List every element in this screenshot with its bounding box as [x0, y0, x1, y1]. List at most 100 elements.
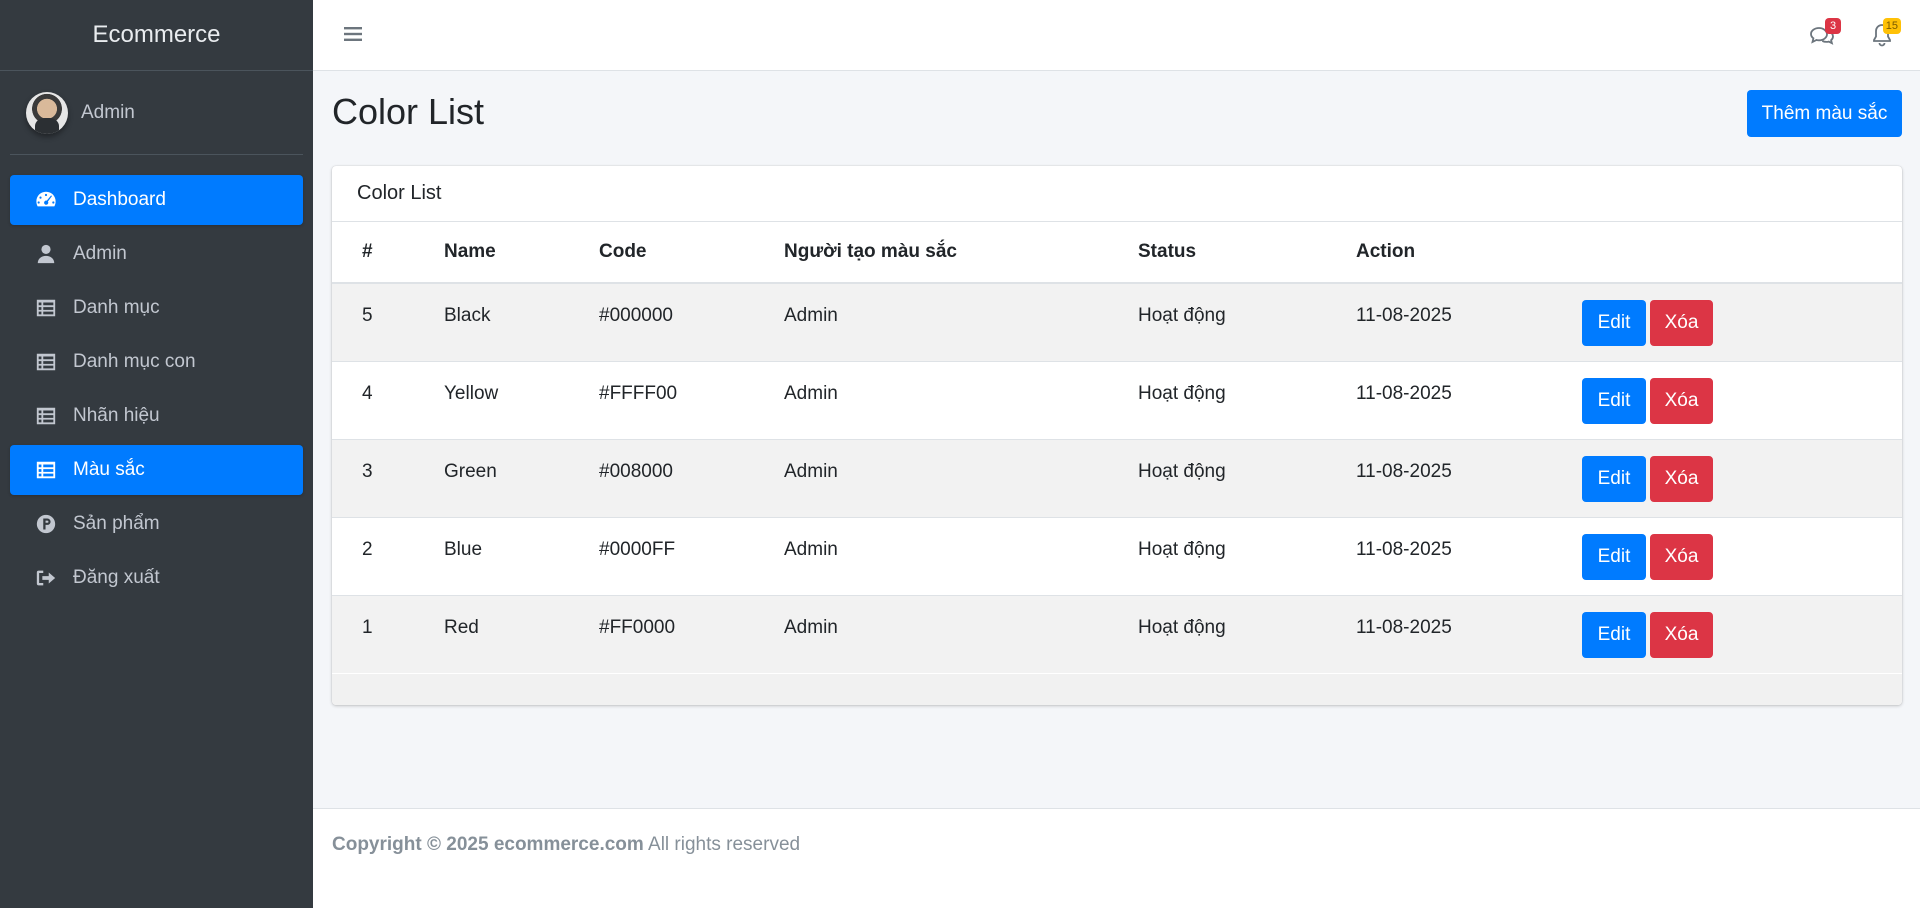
column-header-id: #	[332, 222, 444, 284]
page-footer: Copyright © 2025 ecommerce.com All right…	[313, 808, 1920, 908]
edit-button[interactable]: Edit	[1582, 377, 1646, 424]
table-row: 2 Blue #0000FF Admin Hoạt động 11-08-202…	[332, 516, 1902, 595]
notifications-badge: 15	[1882, 18, 1901, 34]
edit-button[interactable]: Edit	[1582, 611, 1646, 658]
cell-id: 5	[332, 282, 444, 361]
sidebar-item-label: Dashboard	[73, 189, 166, 210]
cell-creator: Admin	[784, 438, 1138, 517]
color-table: # Name Code Người tạo màu sắc Status Act…	[332, 222, 1902, 673]
sidebar-item-label: Sản phẩm	[73, 513, 160, 534]
cell-status: Hoạt động	[1138, 282, 1356, 361]
sidebar-item-danh-muc-con[interactable]: Danh mục con	[10, 337, 303, 387]
product-p-icon	[34, 513, 58, 535]
cell-date: 11-08-2025	[1356, 282, 1582, 361]
sidebar-item-label: Đăng xuất	[73, 567, 160, 588]
delete-button[interactable]: Xóa	[1650, 300, 1713, 346]
cell-id: 2	[332, 516, 444, 595]
cell-id: 3	[332, 438, 444, 517]
cell-actions: Edit Xóa	[1582, 282, 1902, 361]
delete-button[interactable]: Xóa	[1650, 455, 1713, 502]
list-icon	[34, 459, 58, 481]
delete-button[interactable]: Xóa	[1650, 611, 1713, 658]
sidebar-item-nhan-hieu[interactable]: Nhãn hiệu	[10, 391, 303, 441]
notifications-bell-icon[interactable]: 15	[1869, 18, 1901, 48]
cell-actions: Edit Xóa	[1582, 516, 1902, 595]
column-header-creator: Người tạo màu sắc	[784, 222, 1138, 284]
user-name[interactable]: Admin	[81, 102, 135, 124]
copyright-text: Copyright © 2025 ecommerce.com	[332, 834, 644, 855]
list-icon	[34, 351, 58, 373]
delete-button[interactable]: Xóa	[1650, 533, 1713, 580]
sign-out-icon	[34, 567, 58, 589]
column-header-buttons	[1582, 222, 1902, 284]
cell-date: 11-08-2025	[1356, 438, 1582, 517]
card-footer	[332, 674, 1902, 705]
edit-button[interactable]: Edit	[1582, 455, 1646, 502]
sidebar-item-label: Danh mục con	[73, 351, 196, 372]
table-header-row: # Name Code Người tạo màu sắc Status Act…	[332, 222, 1902, 284]
column-header-status: Status	[1138, 222, 1356, 284]
page-title: Color List	[332, 91, 485, 132]
table-row: 3 Green #008000 Admin Hoạt động 11-08-20…	[332, 438, 1902, 517]
cell-status: Hoạt động	[1138, 516, 1356, 595]
user-icon	[34, 243, 58, 265]
cell-actions: Edit Xóa	[1582, 360, 1902, 439]
cell-actions: Edit Xóa	[1582, 594, 1902, 673]
color-list-card: Color List # Name Code Người tạo màu sắc…	[332, 166, 1902, 705]
cell-code: #0000FF	[599, 516, 784, 595]
cell-status: Hoạt động	[1138, 360, 1356, 439]
list-icon	[34, 405, 58, 427]
avatar[interactable]	[26, 91, 68, 134]
add-color-button[interactable]: Thêm màu sắc	[1747, 90, 1902, 137]
dashboard-gauge-icon	[34, 189, 58, 211]
cell-code: #008000	[599, 438, 784, 517]
messages-icon[interactable]: 3	[1809, 18, 1841, 48]
hamburger-menu-icon[interactable]	[343, 24, 363, 44]
cell-status: Hoạt động	[1138, 594, 1356, 673]
sidebar-item-label: Nhãn hiệu	[73, 405, 160, 426]
cell-creator: Admin	[784, 516, 1138, 595]
column-header-code: Code	[599, 222, 784, 284]
cell-actions: Edit Xóa	[1582, 438, 1902, 517]
sidebar-item-label: Danh mục	[73, 297, 160, 318]
sidebar-item-label: Màu sắc	[73, 459, 145, 480]
sidebar-item-san-pham[interactable]: Sản phẩm	[10, 499, 303, 549]
cell-id: 4	[332, 360, 444, 439]
table-row: 5 Black #000000 Admin Hoạt động 11-08-20…	[332, 282, 1902, 361]
sidebar-item-admin[interactable]: Admin	[10, 229, 303, 279]
user-panel: Admin	[10, 71, 303, 155]
cell-name: Red	[444, 594, 599, 673]
cell-code: #FFFF00	[599, 360, 784, 439]
sidebar-item-dashboard[interactable]: Dashboard	[10, 175, 303, 225]
sidebar: Ecommerce Admin Dashboard Admin Danh mục	[0, 0, 313, 908]
cell-name: Green	[444, 438, 599, 517]
list-icon	[34, 297, 58, 319]
column-header-action: Action	[1356, 222, 1582, 284]
card-title: Color List	[332, 166, 1902, 222]
cell-code: #FF0000	[599, 594, 784, 673]
cell-name: Yellow	[444, 360, 599, 439]
cell-creator: Admin	[784, 360, 1138, 439]
cell-date: 11-08-2025	[1356, 360, 1582, 439]
cell-name: Black	[444, 282, 599, 361]
cell-name: Blue	[444, 516, 599, 595]
cell-code: #000000	[599, 282, 784, 361]
delete-button[interactable]: Xóa	[1650, 377, 1713, 424]
sidebar-item-danh-muc[interactable]: Danh mục	[10, 283, 303, 333]
cell-date: 11-08-2025	[1356, 594, 1582, 673]
brand-logo[interactable]: Ecommerce	[0, 0, 313, 71]
edit-button[interactable]: Edit	[1582, 300, 1646, 346]
sidebar-item-dang-xuat[interactable]: Đăng xuất	[10, 553, 303, 603]
messages-badge: 3	[1825, 18, 1841, 34]
top-navbar: 3 15	[313, 0, 1920, 71]
edit-button[interactable]: Edit	[1582, 533, 1646, 580]
sidebar-item-label: Admin	[73, 243, 127, 264]
cell-creator: Admin	[784, 594, 1138, 673]
table-row: 1 Red #FF0000 Admin Hoạt động 11-08-2025…	[332, 594, 1902, 673]
sidebar-nav: Dashboard Admin Danh mục Danh mục con Nh…	[0, 175, 313, 603]
cell-date: 11-08-2025	[1356, 516, 1582, 595]
sidebar-item-mau-sac[interactable]: Màu sắc	[10, 445, 303, 495]
cell-creator: Admin	[784, 282, 1138, 361]
column-header-name: Name	[444, 222, 599, 284]
cell-id: 1	[332, 594, 444, 673]
